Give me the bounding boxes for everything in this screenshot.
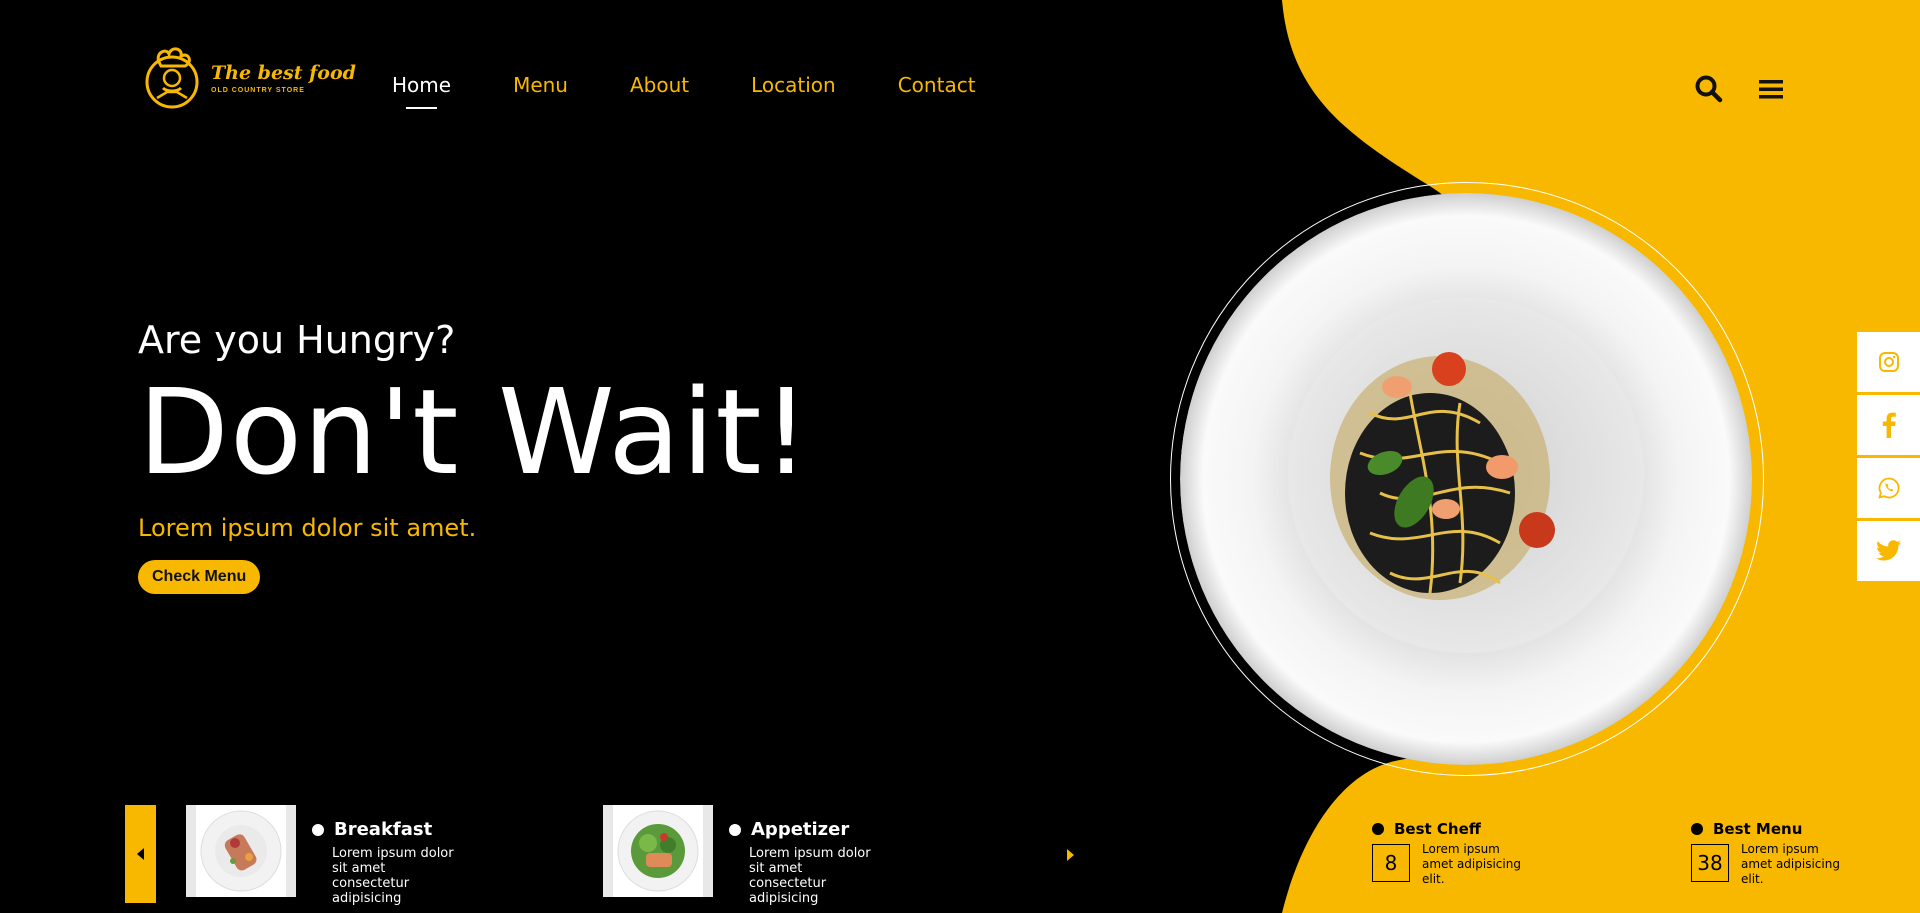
twitter-link[interactable] xyxy=(1857,521,1920,581)
instagram-icon xyxy=(1878,352,1899,372)
stat-best-chef: Best Cheff 8 Lorem ipsum amet adipisicin… xyxy=(1372,820,1532,887)
bullet-dot xyxy=(1691,823,1703,835)
social-sidebar xyxy=(1857,332,1920,584)
card-title: Appetizer xyxy=(751,819,850,840)
hero-tagline: Lorem ipsum dolor sit amet. xyxy=(138,514,477,542)
menu-card-breakfast[interactable]: Breakfast Lorem ipsum dolor sit amet con… xyxy=(186,805,462,906)
carousel-next-button[interactable] xyxy=(1060,840,1080,870)
chef-logo-icon xyxy=(145,47,199,109)
instagram-link[interactable] xyxy=(1857,332,1920,392)
search-icon[interactable] xyxy=(1694,74,1724,104)
stat-description: Lorem ipsum amet adipisicing elit. xyxy=(1422,842,1521,886)
bullet-dot xyxy=(1372,823,1384,835)
nav-location[interactable]: Location xyxy=(751,73,836,97)
card-thumbnail xyxy=(603,805,713,897)
bullet-dot xyxy=(729,823,741,836)
stat-title: Best Menu xyxy=(1713,820,1803,838)
hero-subtitle: Are you Hungry? xyxy=(138,318,456,362)
breakfast-plate-image xyxy=(200,810,282,892)
twitter-icon xyxy=(1875,540,1901,561)
stat-best-menu: Best Menu 38 Lorem ipsum amet adipisicin… xyxy=(1691,820,1851,887)
card-description: Lorem ipsum dolor sit amet consectetur a… xyxy=(332,846,454,906)
nav-home[interactable]: Home xyxy=(392,73,451,109)
bullet-dot xyxy=(312,823,324,836)
caret-left-icon xyxy=(136,848,144,860)
stat-number: 38 xyxy=(1691,844,1729,882)
stat-number: 8 xyxy=(1372,844,1410,882)
brand-logo[interactable]: The best food OLD COUNTRY STORE xyxy=(145,46,356,110)
nav-menu[interactable]: Menu xyxy=(513,73,568,97)
stat-description: Lorem ipsum amet adipisicing elit. xyxy=(1741,842,1840,886)
brand-title: The best food xyxy=(211,61,356,84)
facebook-link[interactable] xyxy=(1857,395,1920,455)
hero-title: Don't Wait! xyxy=(138,363,811,501)
pasta-plate-image xyxy=(1180,193,1752,765)
card-title: Breakfast xyxy=(334,819,433,840)
card-thumbnail xyxy=(186,805,296,897)
whatsapp-icon xyxy=(1877,477,1899,499)
carousel-prev-button[interactable] xyxy=(125,805,156,903)
appetizer-plate-image xyxy=(617,810,699,892)
nav-contact[interactable]: Contact xyxy=(898,73,976,97)
menu-card-appetizer[interactable]: Appetizer Lorem ipsum dolor sit amet con… xyxy=(603,805,879,906)
whatsapp-link[interactable] xyxy=(1857,458,1920,518)
brand-subtitle: OLD COUNTRY STORE xyxy=(211,86,305,94)
card-description: Lorem ipsum dolor sit amet consectetur a… xyxy=(749,846,871,906)
facebook-icon xyxy=(1882,412,1896,438)
main-nav: Home Menu About Location Contact xyxy=(392,73,1038,109)
stat-title: Best Cheff xyxy=(1394,820,1481,838)
caret-right-icon xyxy=(1067,849,1074,861)
nav-about[interactable]: About xyxy=(630,73,689,97)
check-menu-button[interactable]: Check Menu xyxy=(138,560,261,594)
menu-icon[interactable] xyxy=(1756,74,1786,104)
header-actions xyxy=(1694,74,1818,104)
hero-section: Are you Hungry? Don't Wait! Lorem ipsum … xyxy=(138,318,811,594)
